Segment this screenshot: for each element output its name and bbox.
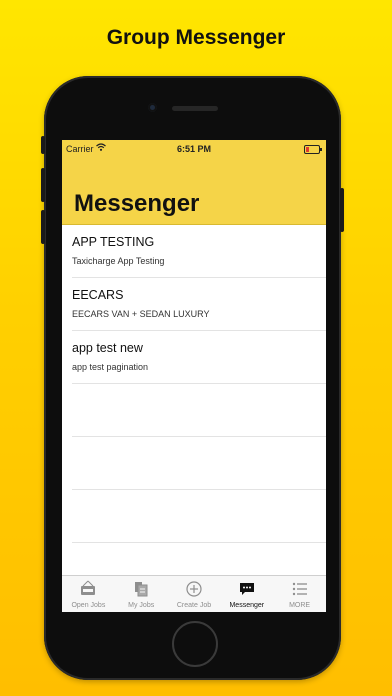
chat-bubble-icon — [220, 580, 273, 598]
volume-up-button — [41, 168, 45, 202]
status-bar: Carrier 6:51 PM — [62, 140, 326, 160]
conversation-list: APP TESTING Taxicharge App Testing EECAR… — [62, 225, 326, 543]
tab-more[interactable]: MORE — [273, 576, 326, 612]
power-button — [340, 188, 344, 232]
list-icon — [273, 580, 326, 598]
tab-label: Open Jobs — [71, 602, 106, 609]
conversation-subtitle: Taxicharge App Testing — [72, 256, 165, 266]
promo-headline: Group Messenger — [106, 26, 286, 49]
home-button[interactable] — [172, 621, 218, 667]
jobs-icon — [115, 580, 168, 598]
conversation-title: EECARS — [72, 288, 124, 302]
front-camera — [148, 103, 157, 112]
conversation-subtitle: EECARS VAN + SEDAN LUXURY — [72, 309, 210, 319]
app-screen: Carrier 6:51 PM Messenger APP TESTING Ta… — [62, 140, 326, 612]
page-title: Messenger — [74, 190, 200, 217]
empty-row — [72, 437, 326, 490]
tab-bar: Open Jobs My Jobs Create Job Messenger M… — [62, 575, 326, 612]
conversation-row[interactable]: APP TESTING Taxicharge App Testing — [72, 225, 326, 278]
tab-open-jobs[interactable]: Open Jobs — [62, 576, 115, 612]
conversation-row[interactable]: EECARS EECARS VAN + SEDAN LUXURY — [72, 278, 326, 331]
empty-row — [72, 490, 326, 543]
mute-switch — [41, 136, 45, 154]
tab-label: Messenger — [229, 602, 265, 609]
volume-down-button — [41, 210, 45, 244]
navigation-bar: Messenger — [62, 160, 326, 225]
tab-messenger[interactable]: Messenger — [220, 576, 273, 612]
tab-label: MORE — [289, 602, 311, 609]
tab-label: Create Job — [176, 602, 212, 609]
battery-icon — [304, 145, 322, 154]
conversation-row[interactable]: app test new app test pagination — [72, 331, 326, 384]
tab-create-job[interactable]: Create Job — [168, 576, 221, 612]
conversation-title: app test new — [72, 341, 143, 355]
earpiece-speaker — [172, 106, 218, 111]
conversation-title: APP TESTING — [72, 235, 155, 249]
tab-my-jobs[interactable]: My Jobs — [115, 576, 168, 612]
clock: 6:51 PM — [176, 144, 211, 154]
plus-circle-icon — [168, 580, 221, 598]
conversation-subtitle: app test pagination — [72, 362, 149, 372]
empty-row — [72, 384, 326, 437]
open-sign-icon — [62, 580, 115, 598]
tab-label: My Jobs — [128, 602, 155, 609]
